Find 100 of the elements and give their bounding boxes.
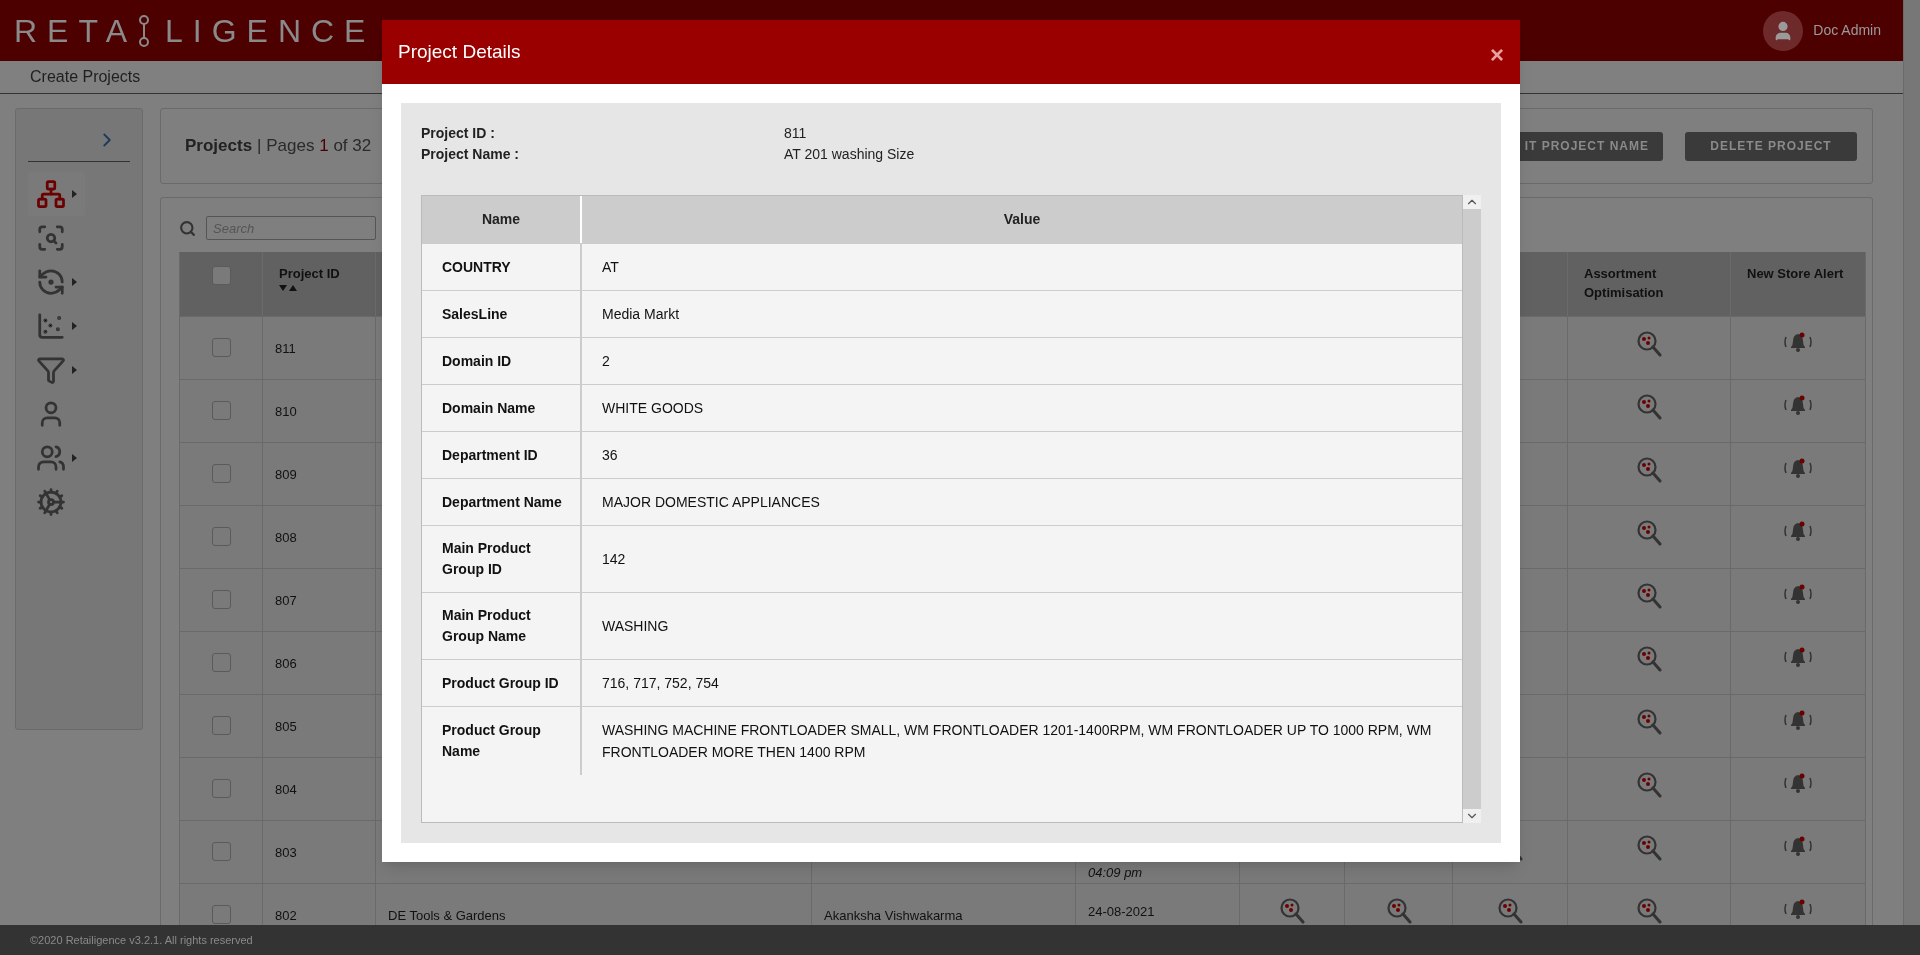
caret-icon — [72, 190, 77, 198]
magnifier-dots-icon[interactable] — [1385, 897, 1412, 925]
field-name: Main Product Group Name — [442, 606, 532, 646]
footer-text: ©2020 Retailigence v3.2.1. All rights reserved — [30, 932, 253, 948]
table-cell-text: 802 — [275, 907, 297, 925]
magnifier-dots-icon[interactable] — [1636, 645, 1662, 673]
scroll-down-icon[interactable] — [1463, 809, 1481, 823]
bell-alert-icon[interactable] — [1782, 519, 1814, 543]
checkbox[interactable] — [211, 338, 231, 357]
field-value: 142 — [602, 550, 626, 569]
cycle-icon — [36, 267, 66, 297]
checkbox[interactable] — [211, 905, 231, 924]
caret-icon — [72, 366, 77, 374]
magnifier-dots-icon[interactable] — [1636, 456, 1662, 484]
sort-icon[interactable] — [279, 285, 297, 292]
bell-alert-icon[interactable] — [1782, 393, 1814, 417]
table-cell-text: 809 — [275, 466, 297, 484]
magnifier-dots-icon[interactable] — [1636, 897, 1662, 925]
table-cell-text: 803 — [275, 844, 297, 862]
magnifier-dots-icon[interactable] — [1279, 897, 1305, 925]
bell-alert-icon[interactable] — [1782, 645, 1814, 669]
checkbox[interactable] — [211, 590, 231, 609]
field-name: Department Name — [442, 492, 562, 512]
checkbox[interactable] — [211, 527, 231, 546]
caret-icon — [72, 454, 77, 462]
magnifier-dots-icon[interactable] — [1497, 897, 1523, 925]
bell-alert-icon[interactable] — [1782, 771, 1814, 795]
field-value: AT — [602, 258, 619, 277]
link-icon — [136, 14, 151, 47]
magnifier-dots-icon[interactable] — [1636, 834, 1662, 862]
checkbox[interactable] — [211, 266, 231, 285]
bell-alert-icon[interactable] — [1782, 330, 1814, 354]
checkbox[interactable] — [211, 779, 231, 798]
table-cell-text: 811 — [275, 340, 296, 358]
field-value: MAJOR DOMESTIC APPLIANCES — [602, 493, 820, 512]
column-header[interactable]: Project ID — [279, 264, 340, 292]
bell-alert-icon[interactable] — [1782, 897, 1814, 921]
caret-icon — [72, 278, 77, 286]
table-cell-text: 804 — [275, 781, 297, 799]
table-cell-text: 808 — [275, 529, 297, 547]
column-header[interactable]: New Store Alert — [1747, 264, 1844, 283]
users-icon — [36, 443, 66, 473]
hierarchy-icon — [36, 179, 66, 209]
info-value: AT 201 washing Size — [784, 145, 915, 164]
field-name: Product Group ID — [442, 673, 559, 693]
scatter-icon — [36, 311, 66, 341]
field-value: WASHING MACHINE FRONTLOADER SMALL, WM FRONTLOADER 1201-1400RPM, WM FRONTLOADER UP TO 1000 RPM, WM FRONTLOADER MORE THEN 1400 RPM — [602, 721, 1433, 762]
magnifier-dots-icon[interactable] — [1636, 582, 1662, 610]
funnel-icon — [36, 355, 66, 385]
magnifier-dots-icon[interactable] — [1636, 393, 1662, 421]
checkbox[interactable] — [211, 464, 231, 483]
column-header[interactable]: Assortment Optimisation — [1584, 264, 1714, 302]
field-name: Domain Name — [442, 398, 536, 418]
bell-alert-icon[interactable] — [1782, 708, 1814, 732]
field-name: Product Group Name — [442, 721, 542, 761]
field-name: SalesLine — [442, 304, 508, 324]
close-button[interactable]: × — [1490, 43, 1504, 67]
table-cell-text: 04:09 pm — [1088, 863, 1143, 882]
column-header: Value — [1002, 210, 1042, 229]
dialog-title: Project Details — [398, 39, 521, 64]
magnifier-dots-icon[interactable] — [1636, 519, 1662, 547]
field-value: Media Markt — [602, 305, 680, 324]
scrollbar[interactable] — [1463, 195, 1481, 823]
field-name: Main Product Group ID — [442, 539, 532, 579]
field-name: Department ID — [442, 445, 538, 465]
page-title: Create Projects — [30, 67, 141, 87]
avatar[interactable] — [1763, 10, 1804, 51]
field-value: WASHING — [602, 617, 669, 636]
info-label: Project Name : — [421, 145, 521, 164]
field-name: Domain ID — [442, 351, 512, 371]
bell-alert-icon[interactable] — [1782, 834, 1814, 858]
magnifier-dots-icon[interactable] — [1636, 708, 1662, 736]
column-header: Name — [422, 196, 582, 243]
table-cell-text: 807 — [275, 592, 297, 610]
gear-icon — [36, 487, 66, 517]
projects-title: Projects — [185, 135, 253, 158]
info-label: Project ID : — [421, 124, 496, 143]
field-value: WHITE GOODS — [602, 399, 704, 418]
checkbox[interactable] — [211, 842, 231, 861]
bell-alert-icon[interactable] — [1782, 456, 1814, 480]
checkbox[interactable] — [211, 716, 231, 735]
magnifier-dots-icon[interactable] — [1636, 771, 1662, 799]
page-count: | Pages 1 of 32 — [257, 135, 372, 158]
table-cell-text: 810 — [275, 403, 297, 421]
field-name: COUNTRY — [442, 257, 511, 277]
delete-project-button[interactable]: DELETE PROJECT — [1685, 131, 1857, 161]
table-cell-text: DE Tools & Gardens — [388, 907, 506, 925]
checkbox[interactable] — [211, 653, 231, 672]
scroll-up-icon[interactable] — [1463, 195, 1481, 209]
logo: RETA LIGENCE — [14, 11, 376, 51]
caret-icon — [72, 322, 77, 330]
bell-alert-icon[interactable] — [1782, 582, 1814, 606]
user-name: Doc Admin — [1813, 21, 1881, 40]
table-cell-text: 805 — [275, 718, 297, 736]
field-value: 36 — [602, 446, 618, 465]
table-cell-text: Akanksha Vishwakarma — [824, 907, 963, 925]
checkbox[interactable] — [211, 401, 231, 420]
table-cell-text: 806 — [275, 655, 297, 673]
field-value: 2 — [602, 352, 610, 371]
magnifier-dots-icon[interactable] — [1636, 330, 1662, 358]
